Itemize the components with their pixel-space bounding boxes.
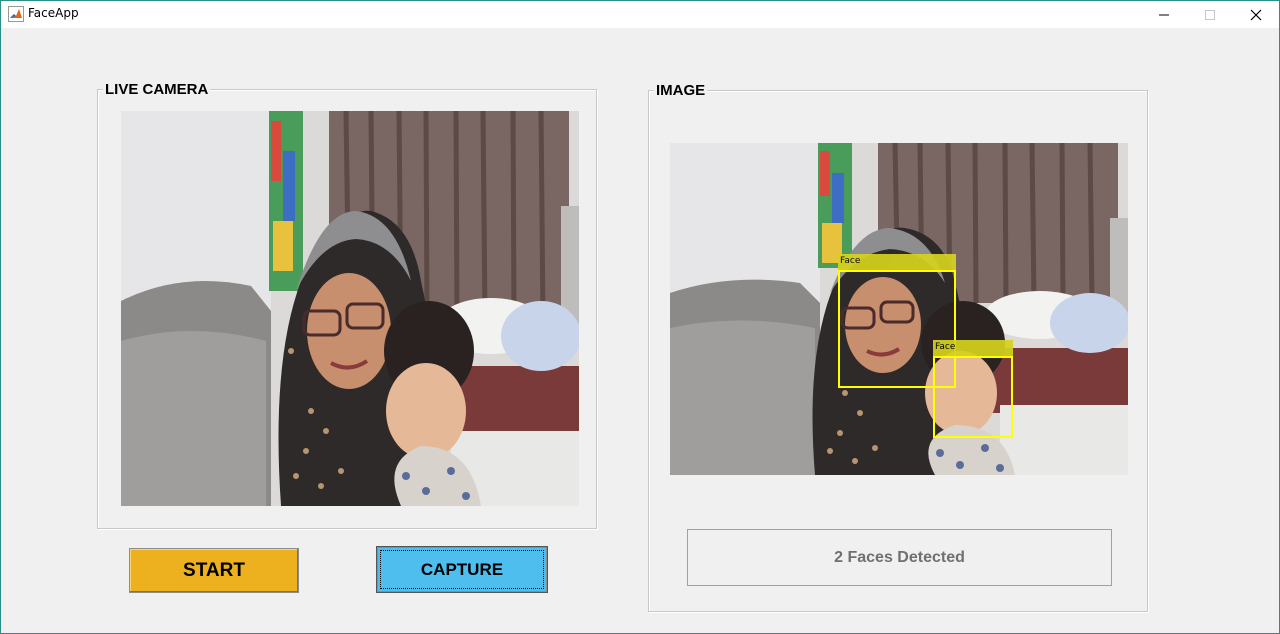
matlab-app-icon <box>8 6 24 22</box>
app-client-area: LIVE CAMERA IMAGE Face Face 2 Faces Dete… <box>1 28 1279 633</box>
start-button[interactable]: START <box>129 548 299 593</box>
image-panel: IMAGE Face Face 2 Faces Detected <box>648 82 1148 612</box>
detection-status: 2 Faces Detected <box>687 529 1112 586</box>
close-icon <box>1250 9 1262 20</box>
minimize-button[interactable] <box>1141 1 1187 28</box>
live-camera-feed <box>121 111 579 506</box>
live-camera-panel: LIVE CAMERA <box>97 81 597 529</box>
maximize-button[interactable] <box>1187 1 1233 28</box>
maximize-icon <box>1205 9 1215 20</box>
face-label: Face <box>838 254 956 271</box>
live-camera-title: LIVE CAMERA <box>103 81 211 99</box>
faceapp-window: FaceApp LIVE CAMERA IMAGE Face Face 2 Fa… <box>0 0 1280 634</box>
close-button[interactable] <box>1233 1 1279 28</box>
captured-image: Face Face <box>670 143 1128 475</box>
image-title: IMAGE <box>654 82 708 100</box>
window-title: FaceApp <box>28 6 79 20</box>
title-bar[interactable]: FaceApp <box>1 1 1279 28</box>
capture-button[interactable]: CAPTURE <box>377 547 547 592</box>
face-label: Face <box>933 340 1013 357</box>
face-bounding-box <box>933 356 1013 438</box>
minimize-icon <box>1159 14 1169 15</box>
